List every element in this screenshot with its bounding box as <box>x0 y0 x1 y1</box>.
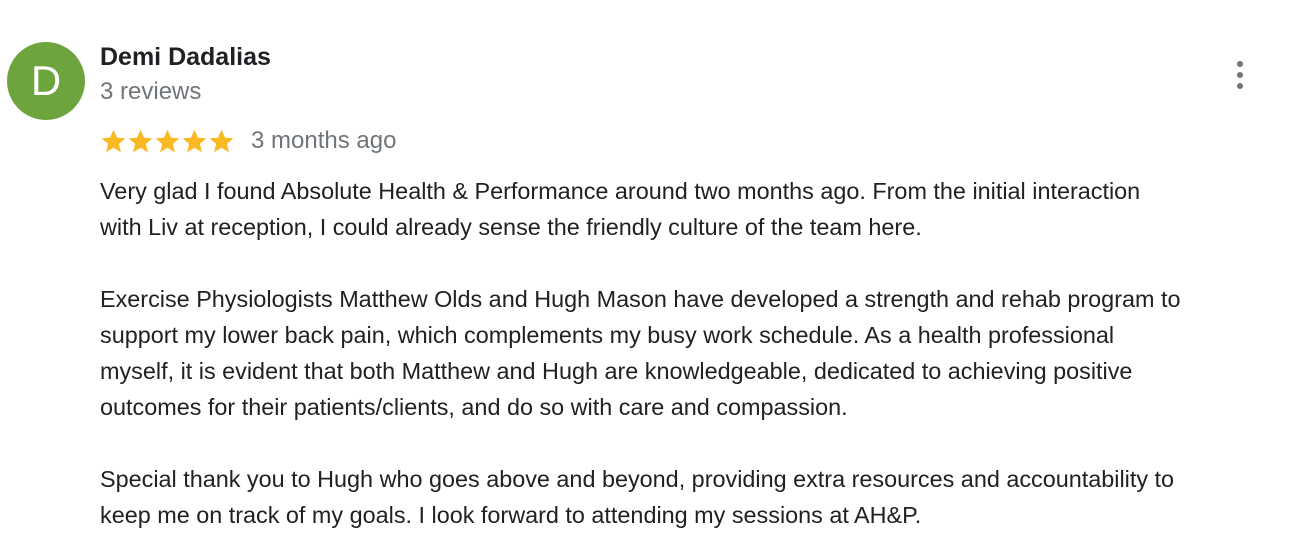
star-rating <box>100 128 235 155</box>
reviewer-name[interactable]: Demi Dadalias <box>100 42 271 72</box>
more-vert-icon-dot <box>1237 83 1243 89</box>
more-options-button[interactable] <box>1225 55 1255 95</box>
review-paragraph-3: Special thank you to Hugh who goes above… <box>100 466 1175 528</box>
star-icon <box>182 129 207 152</box>
star-icon <box>209 129 234 152</box>
star-icon <box>128 129 153 152</box>
review-card: D Demi Dadalias 3 reviews 3 months ago V… <box>0 0 1303 546</box>
star-icon <box>101 129 126 152</box>
star-icon <box>155 129 180 152</box>
more-vert-icon-dot <box>1237 72 1243 78</box>
rating-row: 3 months ago <box>100 124 396 158</box>
more-vert-icon <box>1237 61 1243 67</box>
avatar[interactable]: D <box>7 42 85 120</box>
review-date: 3 months ago <box>251 127 397 154</box>
review-paragraph-1: Very glad I found Absolute Health & Perf… <box>100 178 1141 240</box>
review-count[interactable]: 3 reviews <box>100 77 201 107</box>
review-paragraph-2: Exercise Physiologists Matthew Olds and … <box>100 286 1181 420</box>
review-text: Very glad I found Absolute Health & Perf… <box>100 173 1303 533</box>
